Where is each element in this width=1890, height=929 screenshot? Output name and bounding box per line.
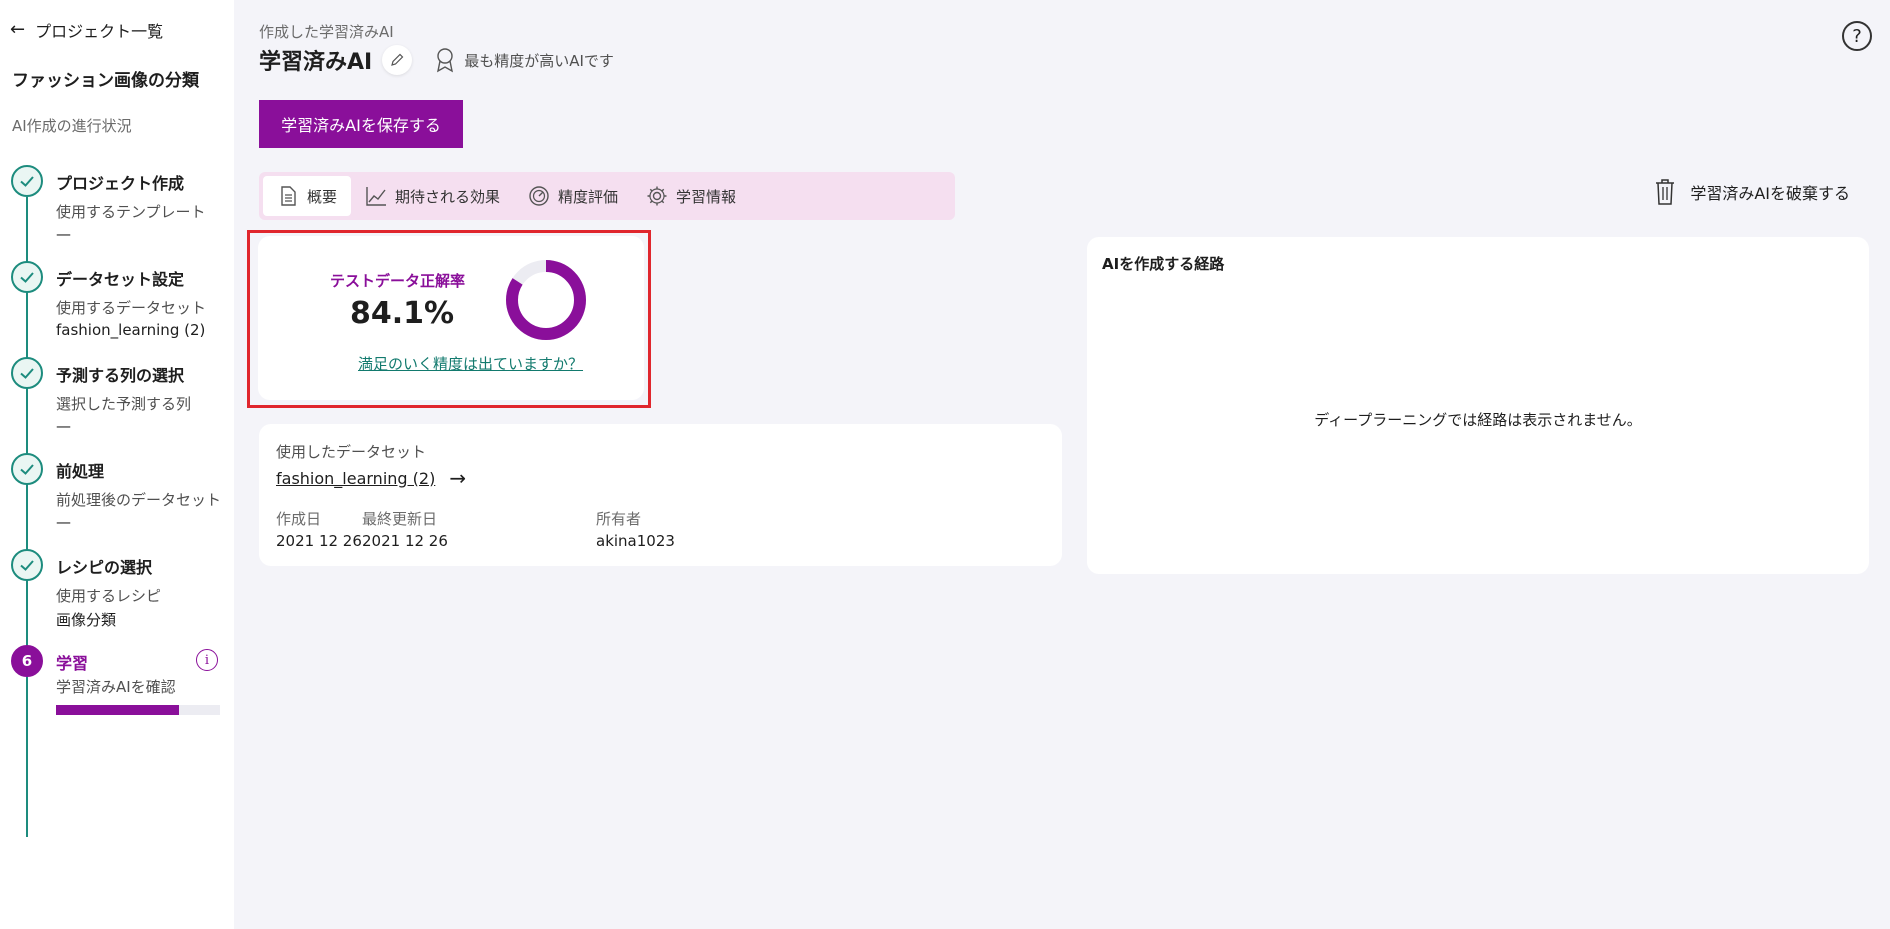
training-progress-bar xyxy=(56,705,220,715)
dataset-name: fashion_learning (2) xyxy=(276,468,436,488)
step-subtitle: 前処理後のデータセット xyxy=(56,491,221,509)
step-subtitle: 使用するレシピ xyxy=(56,587,162,605)
tab-label: 期待される効果 xyxy=(395,187,501,206)
step-value: 画像分類 xyxy=(56,611,117,629)
step-connector-line xyxy=(26,197,28,837)
step-title: 学習 xyxy=(56,654,89,673)
tab-accuracy-evaluation[interactable]: 精度評価 xyxy=(514,176,632,216)
best-accuracy-badge: 最も精度が高いAIです xyxy=(434,47,614,73)
page-subtitle: 作成した学習済みAI xyxy=(259,23,394,41)
created-date: 2021 12 26 xyxy=(276,532,362,550)
edit-title-button[interactable] xyxy=(382,45,413,75)
ai-route-card: AIを作成する経路 ディープラーニングでは経路は表示されません。 xyxy=(1087,237,1869,574)
dataset-card: 使用したデータセット fashion_learning (2) → 作成日 20… xyxy=(259,424,1062,566)
tab-expected-effect[interactable]: 期待される効果 xyxy=(351,176,514,216)
created-label: 作成日 xyxy=(276,510,322,528)
help-icon[interactable]: ? xyxy=(1842,21,1872,51)
check-icon xyxy=(11,357,43,389)
accuracy-donut-chart xyxy=(506,260,586,340)
accuracy-label: テストデータ正解率 xyxy=(330,272,466,290)
check-icon xyxy=(11,165,43,197)
step-title: レシピの選択 xyxy=(56,558,153,577)
tab-training-info[interactable]: 学習情報 xyxy=(632,176,750,216)
step-title: プロジェクト作成 xyxy=(56,174,185,193)
discard-label: 学習済みAIを破棄する xyxy=(1690,184,1850,203)
back-label: プロジェクト一覧 xyxy=(35,22,164,41)
project-name: ファッション画像の分類 xyxy=(12,71,199,91)
step-value: — xyxy=(56,417,71,435)
arrow-right-icon: → xyxy=(449,466,467,490)
trash-icon xyxy=(1656,179,1675,205)
step-subtitle: 選択した予測する列 xyxy=(56,395,192,413)
trend-chart-icon xyxy=(366,187,387,206)
tab-overview[interactable]: 概要 xyxy=(263,176,352,216)
check-icon xyxy=(11,261,43,293)
step-value: — xyxy=(56,225,71,243)
step-subtitle: 学習済みAIを確認 xyxy=(56,678,176,696)
check-icon xyxy=(11,453,43,485)
updated-date: 2021 12 26 xyxy=(362,532,448,550)
step-subtitle: 使用するテンプレート xyxy=(56,203,206,221)
dataset-label: 使用したデータセット xyxy=(276,443,427,461)
step-subtitle: 使用するデータセット xyxy=(56,299,207,317)
page-title: 学習済みAI xyxy=(259,50,373,75)
progress-title: AI作成の進行状況 xyxy=(12,117,132,135)
discard-model-button[interactable]: 学習済みAIを破棄する xyxy=(1654,178,1850,206)
tab-bar: 概要 期待される効果 精度評価 学習情報 xyxy=(259,172,955,220)
pencil-icon xyxy=(391,53,404,66)
dataset-link[interactable]: fashion_learning (2) → xyxy=(276,466,466,490)
accuracy-value: 84.1% xyxy=(350,296,455,331)
accuracy-help-link[interactable]: 満足のいく精度は出ていますか？ xyxy=(358,353,583,374)
route-title: AIを作成する経路 xyxy=(1102,255,1225,273)
step-title: 予測する列の選択 xyxy=(56,366,185,385)
arrow-left-icon: ← xyxy=(10,19,26,40)
training-progress-fill xyxy=(56,705,179,715)
check-icon xyxy=(11,549,43,581)
owner-label: 所有者 xyxy=(596,510,642,528)
gear-icon xyxy=(647,186,667,206)
tab-label: 学習情報 xyxy=(676,187,737,206)
route-message: ディープラーニングでは経路は表示されません。 xyxy=(1314,411,1642,429)
accuracy-card: テストデータ正解率 84.1% 満足のいく精度は出ていますか？ xyxy=(258,236,644,400)
step-value: fashion_learning (2) xyxy=(56,321,206,339)
back-to-projects-link[interactable]: ← プロジェクト一覧 xyxy=(10,18,163,42)
info-icon[interactable]: i xyxy=(196,649,218,671)
main-content: 作成した学習済みAI 学習済みAI 最も精度が高いAIです ? 学習済みAIを保… xyxy=(234,0,1890,929)
best-badge-label: 最も精度が高いAIです xyxy=(464,51,614,70)
tab-label: 概要 xyxy=(307,187,338,206)
save-model-button[interactable]: 学習済みAIを保存する xyxy=(259,100,463,148)
document-icon xyxy=(281,186,296,206)
gauge-icon xyxy=(529,186,549,206)
step-title: 前処理 xyxy=(56,462,105,481)
award-ribbon-icon xyxy=(437,48,454,73)
step-value: — xyxy=(56,513,71,531)
sidebar: ← プロジェクト一覧 ファッション画像の分類 AI作成の進行状況 プロジェクト作… xyxy=(0,0,234,929)
step-number-badge: 6 xyxy=(11,645,43,677)
tab-label: 精度評価 xyxy=(558,187,619,206)
step-title: データセット設定 xyxy=(56,270,185,289)
owner-name: akina1023 xyxy=(596,532,675,550)
updated-label: 最終更新日 xyxy=(362,510,438,528)
